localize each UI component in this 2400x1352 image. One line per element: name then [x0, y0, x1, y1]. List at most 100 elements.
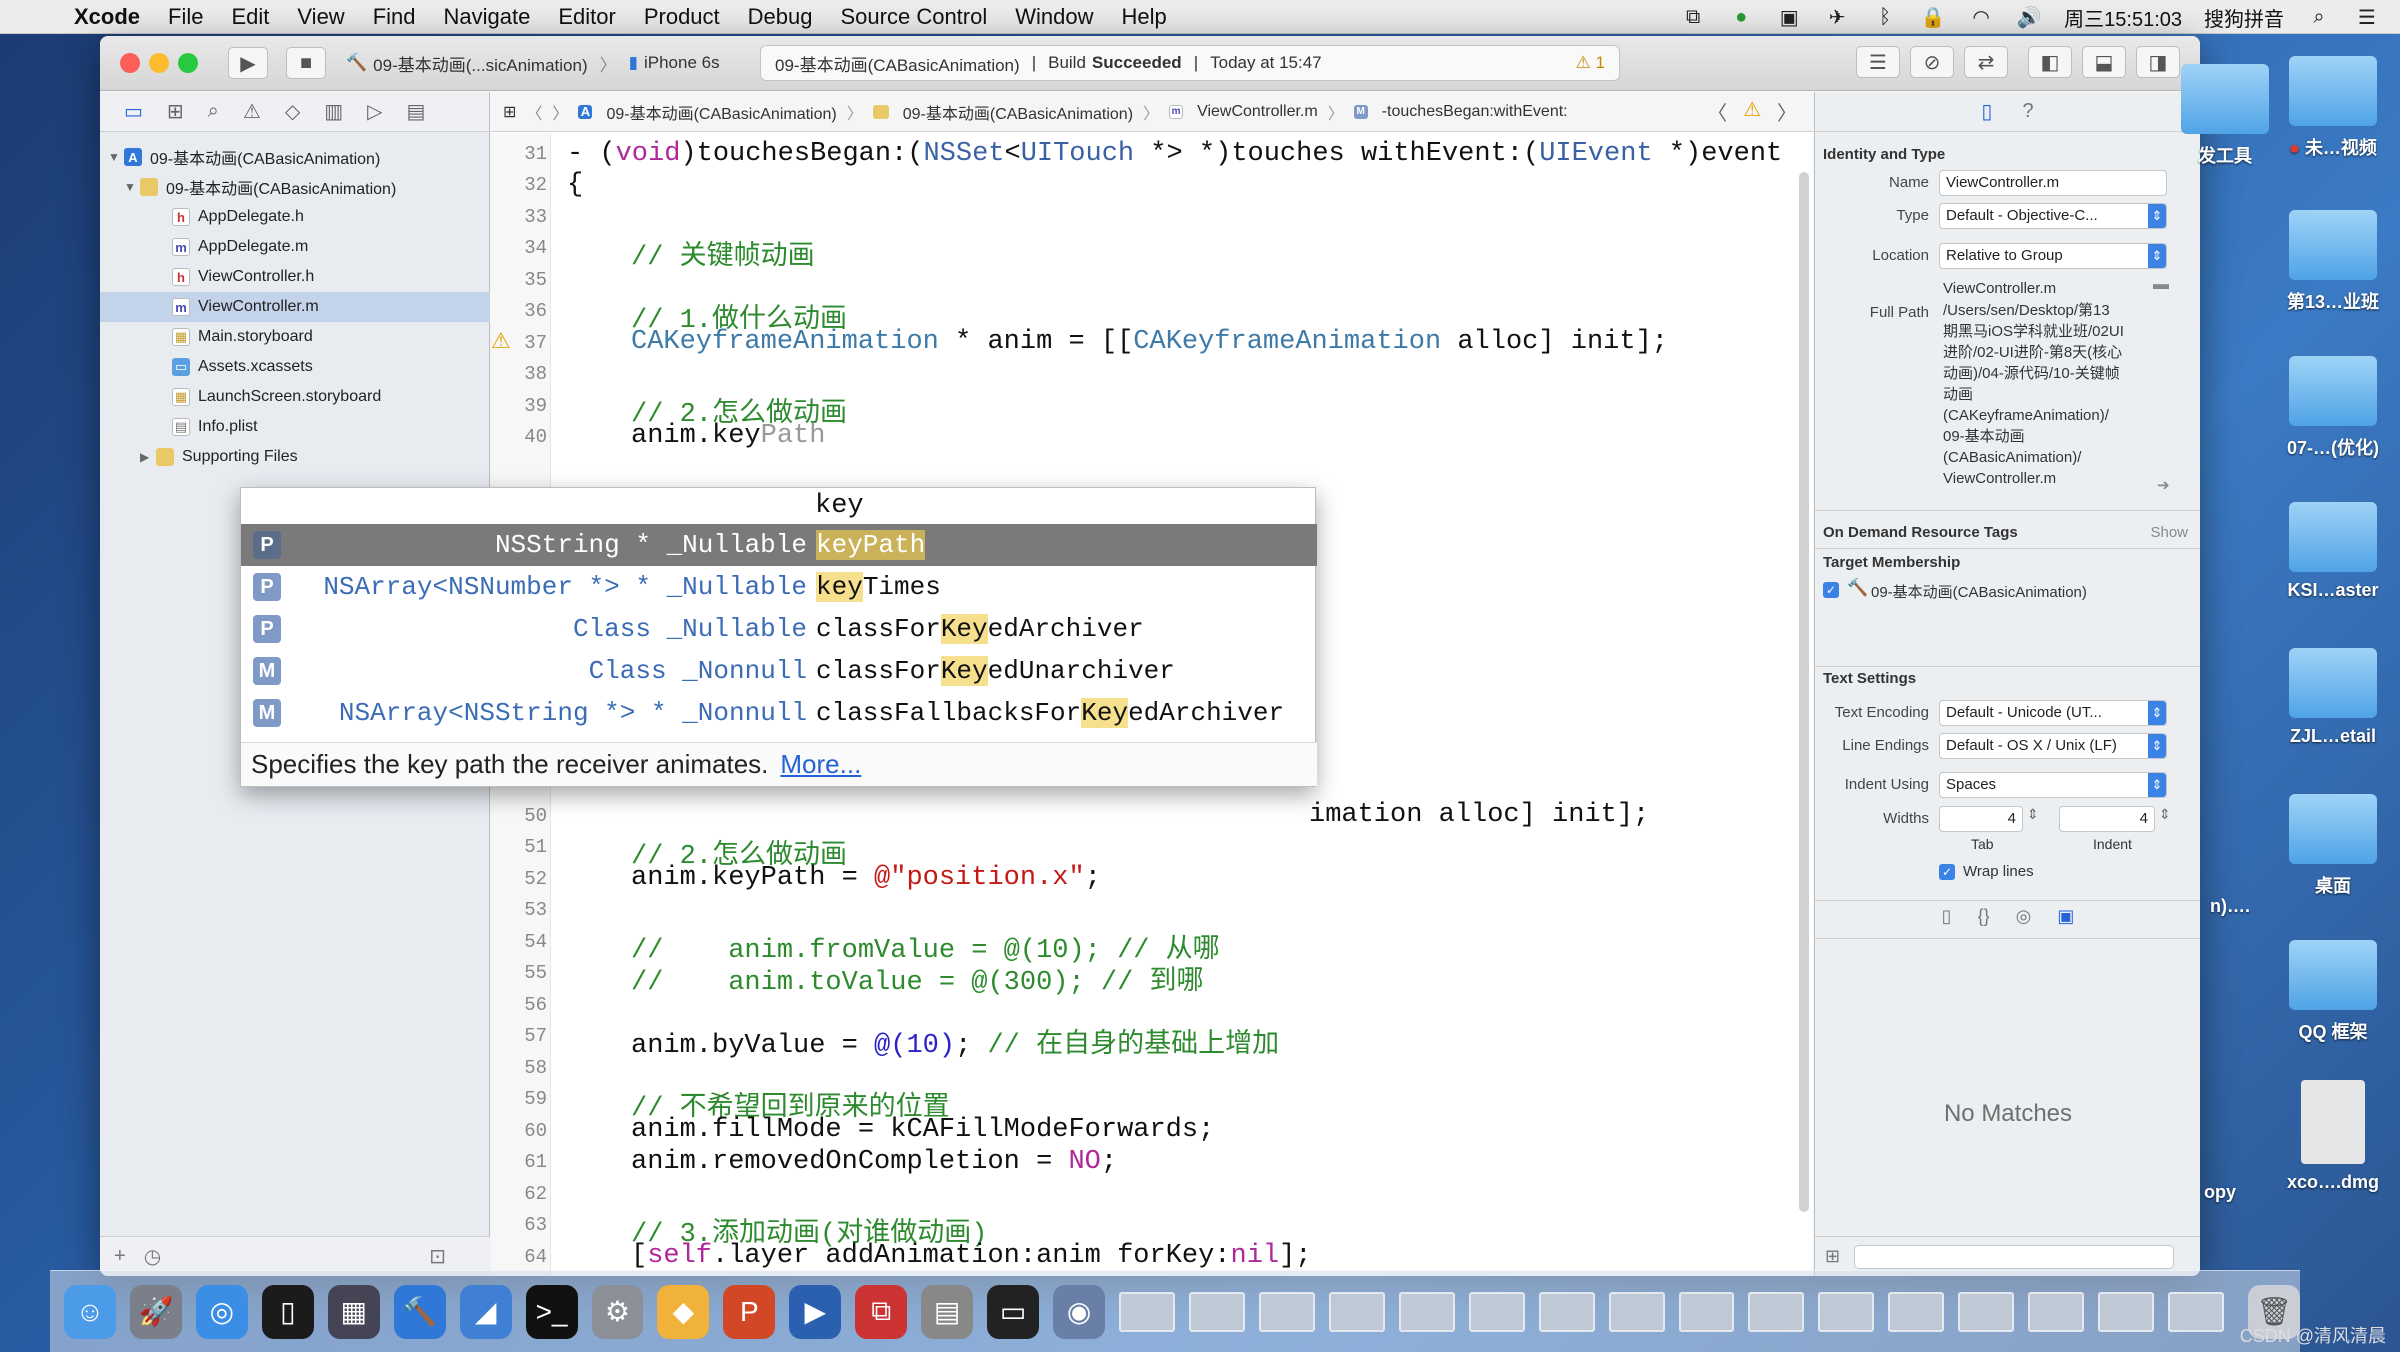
system-preferences-icon[interactable]: ⚙: [591, 1284, 644, 1339]
next-issue-icon[interactable]: 〉: [1777, 97, 1797, 126]
code-snippet-library-icon[interactable]: {}: [1978, 906, 1990, 927]
stepper-icon[interactable]: ⇕: [2159, 806, 2171, 823]
toggle-debug-area-icon[interactable]: ⬓: [2082, 46, 2126, 78]
sync-icon[interactable]: ●: [1728, 6, 1754, 28]
minimized-window-thumbnail[interactable]: [2168, 1291, 2224, 1332]
menu-navigate[interactable]: Navigate: [430, 4, 545, 30]
tree-item-file[interactable]: ▤ Info.plist: [100, 412, 490, 442]
minimize-window-button[interactable]: [149, 53, 169, 73]
instruments-icon[interactable]: ◢: [459, 1284, 512, 1339]
photo-app-icon[interactable]: ▦: [327, 1284, 380, 1339]
file-inspector-icon[interactable]: ▯: [1981, 99, 1992, 124]
line-endings-select[interactable]: Default - OS X / Unix (LF): [1939, 733, 2167, 759]
minimized-window-thumbnail[interactable]: [1398, 1291, 1455, 1332]
desktop-icon[interactable]: 桌面: [2268, 794, 2398, 898]
disclosure-triangle-icon[interactable]: ▼: [108, 150, 124, 164]
desktop-icon[interactable]: 第13…业班: [2268, 210, 2398, 314]
finder-icon[interactable]: ☺: [64, 1284, 116, 1339]
menu-product[interactable]: Product: [630, 4, 734, 30]
sketch-icon[interactable]: ◆: [657, 1284, 710, 1339]
menu-file[interactable]: File: [154, 4, 217, 30]
bluetooth-icon[interactable]: ᛒ: [1872, 6, 1898, 28]
completion-item[interactable]: P Class _Nullable classForKeyedArchiver: [241, 608, 1317, 650]
grid-view-icon[interactable]: ⊞: [1825, 1246, 1840, 1267]
input-method[interactable]: 搜狗拼音: [2204, 3, 2284, 32]
warning-badge[interactable]: ⚠ 1: [1576, 53, 1605, 73]
tree-item-file[interactable]: h AppDelegate.h: [100, 202, 490, 232]
add-file-icon[interactable]: +: [114, 1245, 126, 1268]
xcode-icon[interactable]: 🔨: [393, 1284, 446, 1339]
standard-editor-icon[interactable]: ☰: [1856, 46, 1900, 78]
menu-editor[interactable]: Editor: [544, 4, 629, 30]
minimized-window-thumbnail[interactable]: [1468, 1291, 1525, 1332]
scm-filter-icon[interactable]: ⊡: [429, 1244, 446, 1269]
desktop-icon[interactable]: 发工具: [2170, 64, 2280, 168]
tree-item-project[interactable]: ▼ A 09-基本动画(CABasicAnimation): [100, 142, 490, 172]
completion-item[interactable]: P NSArray<NSNumber *> * _Nullable keyTim…: [241, 566, 1317, 608]
assistant-editor-icon[interactable]: ⊘: [1910, 46, 1954, 78]
tree-item-file[interactable]: ▦ LaunchScreen.storyboard: [100, 382, 490, 412]
recent-files-icon[interactable]: ◷: [144, 1244, 161, 1269]
spotlight-search-icon[interactable]: ⌕: [2306, 6, 2332, 28]
desktop-icon[interactable]: ● 未…视频: [2268, 56, 2398, 160]
type-select[interactable]: Default - Objective-C...: [1939, 203, 2167, 229]
tree-item-file[interactable]: ▭ Assets.xcassets: [100, 352, 490, 382]
indent-width-field[interactable]: 4: [2059, 806, 2155, 832]
breadcrumb-group[interactable]: 09-基本动画(CABasicAnimation): [872, 100, 1133, 124]
mirror-app-icon[interactable]: ⧉: [855, 1284, 908, 1339]
quick-help-icon[interactable]: ?: [2022, 100, 2033, 123]
powerpoint-icon[interactable]: P: [723, 1284, 776, 1339]
tree-item-file[interactable]: ▦ Main.storyboard: [100, 322, 490, 352]
text-encoding-select[interactable]: Default - Unicode (UT...: [1939, 700, 2167, 726]
menu-debug[interactable]: Debug: [734, 4, 827, 30]
completion-item[interactable]: M NSArray<NSString *> * _Nonnull classFa…: [241, 692, 1317, 734]
show-button[interactable]: Show: [2150, 524, 2188, 541]
volume-icon[interactable]: 🔊: [2016, 6, 2042, 29]
name-field[interactable]: ViewController.m: [1939, 170, 2167, 196]
tree-item-file[interactable]: m AppDelegate.m: [100, 232, 490, 262]
editor-scrollbar[interactable]: [1799, 172, 1809, 1242]
find-navigator-icon[interactable]: ⌕: [208, 100, 219, 123]
scrollbar-thumb[interactable]: [1799, 172, 1809, 1212]
toggle-navigator-icon[interactable]: ◧: [2028, 46, 2072, 78]
minimized-window-thumbnail[interactable]: [1608, 1291, 1665, 1332]
version-editor-icon[interactable]: ⇄: [1964, 46, 2008, 78]
report-navigator-icon[interactable]: ▤: [407, 99, 426, 124]
tab-width-field[interactable]: 4: [1939, 806, 2023, 832]
console-icon[interactable]: ▭: [987, 1284, 1040, 1339]
warning-triangle-icon[interactable]: ⚠: [1743, 97, 1761, 126]
minimized-window-thumbnail[interactable]: [1328, 1291, 1385, 1332]
minimized-window-thumbnail[interactable]: [1678, 1291, 1735, 1332]
reveal-in-finder-icon[interactable]: ➔: [2157, 476, 2170, 494]
minimized-window-thumbnail[interactable]: [1258, 1291, 1315, 1332]
tree-item-group[interactable]: ▶ Supporting Files: [100, 442, 490, 472]
completion-item-selected[interactable]: P NSString * _Nullable keyPath: [241, 524, 1317, 566]
desktop-icon[interactable]: ZJL…etail: [2268, 648, 2398, 747]
run-button[interactable]: ▶: [228, 47, 268, 79]
minimized-window-thumbnail[interactable]: [1119, 1291, 1175, 1332]
more-link[interactable]: More...: [780, 749, 861, 780]
menu-edit[interactable]: Edit: [217, 4, 283, 30]
indent-using-select[interactable]: Spaces: [1939, 772, 2167, 798]
desktop-icon[interactable]: xco….dmg: [2268, 1080, 2398, 1193]
stepper-icon[interactable]: ⇕: [2027, 806, 2039, 823]
test-navigator-icon[interactable]: ◇: [285, 99, 300, 124]
minimized-window-thumbnail[interactable]: [1188, 1291, 1245, 1332]
issue-navigator-icon[interactable]: ⚠: [243, 99, 261, 124]
screen-mirror-icon[interactable]: ⧉: [1680, 6, 1706, 28]
desktop-icon[interactable]: 07-…(优化): [2268, 356, 2398, 460]
tree-item-group[interactable]: ▼ 09-基本动画(CABasicAnimation): [100, 172, 490, 202]
minimized-window-thumbnail[interactable]: [1888, 1291, 1945, 1332]
media-library-icon[interactable]: ▣: [2057, 906, 2074, 927]
breadcrumb-method[interactable]: M -touchesBegan:withEvent:: [1353, 103, 1568, 121]
disclosure-triangle-icon[interactable]: ▼: [124, 180, 140, 194]
debug-navigator-icon[interactable]: ▥: [324, 99, 343, 124]
minimized-window-thumbnail[interactable]: [1818, 1291, 1875, 1332]
tree-item-file-selected[interactable]: m ViewController.m: [100, 292, 490, 322]
forward-arrow-icon[interactable]: 〉: [552, 100, 568, 124]
folder-icon[interactable]: ▬: [2153, 276, 2169, 294]
zoom-window-button[interactable]: [178, 53, 198, 73]
breadcrumb-file[interactable]: m ViewController.m: [1169, 103, 1318, 121]
library-filter-input[interactable]: [1854, 1244, 2175, 1269]
launchpad-icon[interactable]: 🚀: [129, 1284, 182, 1339]
